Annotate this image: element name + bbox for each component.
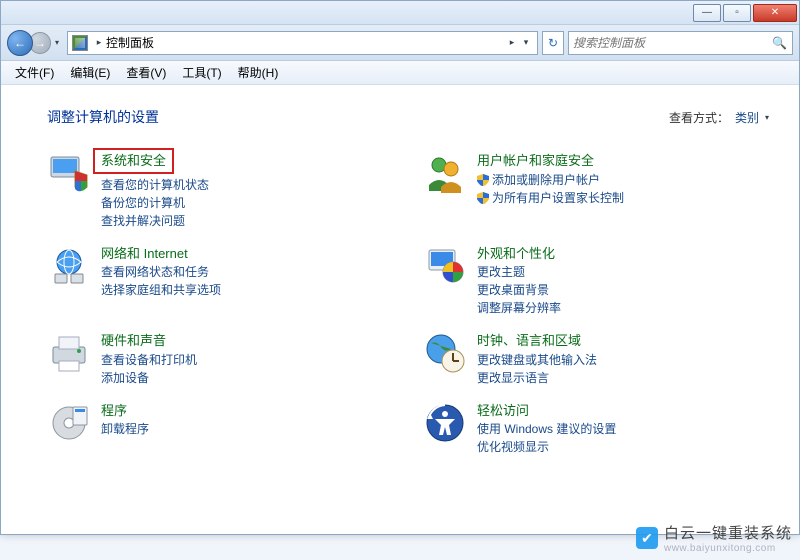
search-icon[interactable]: 🔍	[772, 36, 788, 50]
category-hardware: 硬件和声音 查看设备和打印机 添加设备	[47, 331, 393, 387]
navigation-bar: ← → ▾ ▸ 控制面板 ▸ ▾ ↻ 🔍	[1, 25, 799, 61]
maximize-button[interactable]: ▫	[723, 4, 751, 22]
category-link[interactable]: 备份您的计算机	[101, 194, 209, 212]
menu-bar: 文件(F) 编辑(E) 查看(V) 工具(T) 帮助(H)	[1, 61, 799, 85]
uac-shield-icon	[477, 192, 489, 204]
control-panel-icon	[72, 35, 88, 51]
ease-of-access-icon	[423, 401, 467, 445]
category-title[interactable]: 外观和个性化	[477, 244, 555, 264]
category-link[interactable]: 添加设备	[101, 369, 197, 387]
watermark: ✔ 白云一键重装系统 www.baiyunxitong.com	[636, 522, 792, 554]
menu-view[interactable]: 查看(V)	[118, 62, 174, 83]
category-title[interactable]: 轻松访问	[477, 401, 529, 421]
highlight-box: 系统和安全	[93, 148, 174, 174]
category-clock-region: 时钟、语言和区域 更改键盘或其他输入法 更改显示语言	[423, 331, 769, 387]
category-link[interactable]: 卸载程序	[101, 420, 149, 438]
view-by: 查看方式： 类别 ▾	[669, 109, 769, 126]
link-text: 为所有用户设置家长控制	[492, 189, 624, 207]
category-ease-of-access: 轻松访问 使用 Windows 建议的设置 优化视频显示	[423, 401, 769, 457]
category-link[interactable]: 更改键盘或其他输入法	[477, 351, 597, 369]
category-link[interactable]: 查看设备和打印机	[101, 351, 197, 369]
appearance-icon	[423, 244, 467, 288]
menu-file[interactable]: 文件(F)	[7, 62, 62, 83]
category-title[interactable]: 系统和安全	[101, 151, 166, 171]
category-link[interactable]: 查看网络状态和任务	[101, 263, 221, 281]
category-link[interactable]: 添加或删除用户帐户	[477, 171, 624, 189]
category-link[interactable]: 选择家庭组和共享选项	[101, 281, 221, 299]
nav-buttons: ← → ▾	[7, 30, 63, 56]
category-user-accounts: 用户帐户和家庭安全 添加或删除用户帐户 为所有用户设置家长控制	[423, 151, 769, 230]
category-link[interactable]: 优化视频显示	[477, 438, 616, 456]
category-link[interactable]: 更改显示语言	[477, 369, 597, 387]
refresh-button[interactable]: ↻	[542, 31, 564, 55]
view-by-value[interactable]: 类别	[735, 109, 759, 126]
address-dropdown-icon[interactable]: ▾	[519, 37, 533, 48]
programs-icon	[47, 401, 91, 445]
category-link[interactable]: 使用 Windows 建议的设置	[477, 420, 616, 438]
clock-globe-icon	[423, 331, 467, 375]
watermark-url: www.baiyunxitong.com	[664, 543, 792, 554]
category-link[interactable]: 为所有用户设置家长控制	[477, 189, 624, 207]
category-system-security: 系统和安全 查看您的计算机状态 备份您的计算机 查找并解决问题	[47, 151, 393, 230]
nav-history-dropdown[interactable]: ▾	[51, 33, 63, 53]
back-button[interactable]: ←	[7, 30, 33, 56]
chevron-down-icon[interactable]: ▾	[765, 113, 769, 122]
category-title[interactable]: 时钟、语言和区域	[477, 331, 581, 351]
category-link[interactable]: 查看您的计算机状态	[101, 176, 209, 194]
minimize-button[interactable]: —	[693, 4, 721, 22]
page-title: 调整计算机的设置	[47, 107, 159, 127]
content-heading-row: 调整计算机的设置 查看方式： 类别 ▾	[47, 107, 769, 127]
menu-help[interactable]: 帮助(H)	[230, 62, 287, 83]
menu-edit[interactable]: 编辑(E)	[62, 62, 118, 83]
category-title[interactable]: 程序	[101, 401, 127, 421]
uac-shield-icon	[477, 174, 489, 186]
users-icon	[423, 151, 467, 195]
category-programs: 程序 卸载程序	[47, 401, 393, 457]
link-text: 添加或删除用户帐户	[492, 171, 600, 189]
search-input[interactable]	[573, 36, 772, 50]
view-by-label: 查看方式：	[669, 109, 729, 126]
globe-network-icon	[47, 244, 91, 288]
category-link[interactable]: 查找并解决问题	[101, 212, 209, 230]
search-box[interactable]: 🔍	[568, 31, 793, 55]
address-bar[interactable]: ▸ 控制面板 ▸ ▾	[67, 31, 538, 55]
content-area: 调整计算机的设置 查看方式： 类别 ▾ 系统和安全 查看您的计算机状态 备份您的…	[1, 85, 799, 534]
watermark-text: 白云一键重装系统	[664, 522, 792, 543]
category-link[interactable]: 更改主题	[477, 263, 561, 281]
category-title[interactable]: 用户帐户和家庭安全	[477, 151, 594, 171]
address-path: 控制面板	[106, 34, 505, 51]
shield-monitor-icon	[47, 151, 91, 195]
control-panel-window: — ▫ ✕ ← → ▾ ▸ 控制面板 ▸ ▾ ↻ 🔍 文件(F) 编辑(E) 查…	[0, 0, 800, 535]
printer-icon	[47, 331, 91, 375]
watermark-logo-icon: ✔	[636, 527, 658, 549]
category-network: 网络和 Internet 查看网络状态和任务 选择家庭组和共享选项	[47, 244, 393, 318]
category-appearance: 外观和个性化 更改主题 更改桌面背景 调整屏幕分辨率	[423, 244, 769, 318]
category-grid: 系统和安全 查看您的计算机状态 备份您的计算机 查找并解决问题 用户帐户和家庭安…	[47, 151, 769, 456]
breadcrumb-sep-icon[interactable]: ▸	[505, 37, 519, 48]
category-link[interactable]: 调整屏幕分辨率	[477, 299, 561, 317]
category-title[interactable]: 网络和 Internet	[101, 244, 188, 264]
close-button[interactable]: ✕	[753, 4, 797, 22]
category-title[interactable]: 硬件和声音	[101, 331, 166, 351]
menu-tools[interactable]: 工具(T)	[174, 62, 229, 83]
category-link[interactable]: 更改桌面背景	[477, 281, 561, 299]
titlebar: — ▫ ✕	[1, 1, 799, 25]
breadcrumb-sep-icon[interactable]: ▸	[92, 37, 106, 48]
